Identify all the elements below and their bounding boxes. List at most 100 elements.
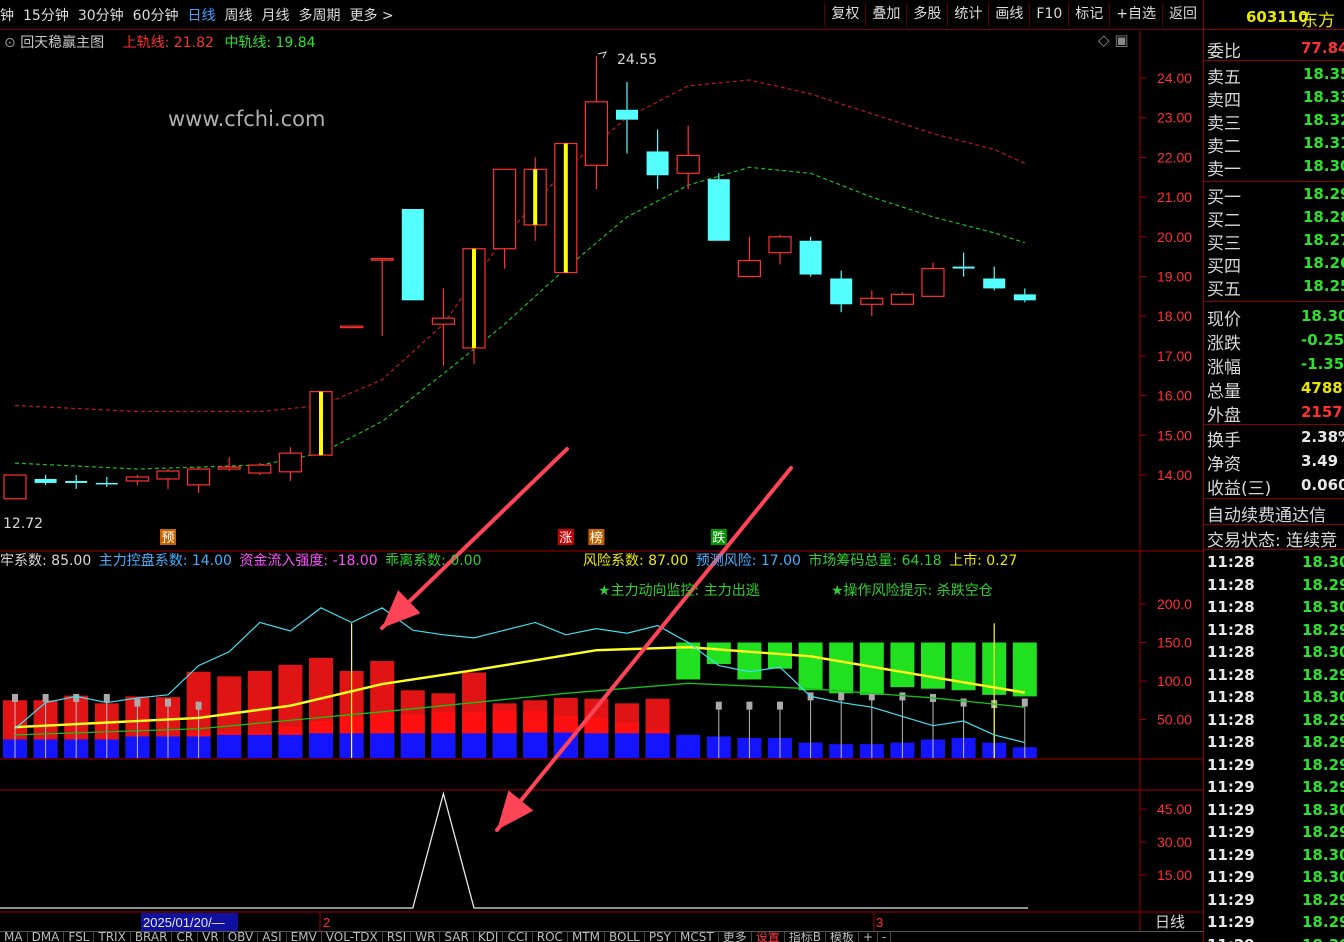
candle[interactable] xyxy=(646,129,669,190)
indicator-tab-14[interactable]: KDJ xyxy=(474,932,504,942)
candle[interactable] xyxy=(95,476,118,487)
candle[interactable] xyxy=(707,173,730,241)
indicator-tab-8[interactable]: ASI xyxy=(258,932,287,942)
diamond-icon[interactable]: ◇ xyxy=(1098,31,1110,49)
candle[interactable] xyxy=(3,474,27,500)
indicator-tab-3[interactable]: TRIX xyxy=(94,932,131,942)
period-tab-6[interactable]: 月线 xyxy=(261,5,289,25)
period-tab-1[interactable]: 15分钟 xyxy=(23,5,69,25)
tool-button-1[interactable]: 叠加 xyxy=(865,3,906,26)
candle[interactable] xyxy=(523,157,547,241)
indicator-tab-9[interactable]: EMV xyxy=(287,932,322,942)
indicator-tab-0[interactable]: MA xyxy=(0,932,28,942)
indicator-tab-19[interactable]: PSY xyxy=(645,932,677,942)
candle[interactable] xyxy=(248,463,272,475)
indicator-tab-12[interactable]: WR xyxy=(411,932,441,942)
settings-icon[interactable]: ⊙ xyxy=(4,35,20,51)
candle[interactable] xyxy=(860,290,884,317)
tool-button-4[interactable]: 画线 xyxy=(988,3,1029,26)
indicator-tab-6[interactable]: VR xyxy=(198,932,224,942)
candle[interactable] xyxy=(890,292,915,305)
indicator-tab-11[interactable]: RSI xyxy=(383,932,412,942)
candle[interactable] xyxy=(799,236,822,277)
candle[interactable] xyxy=(156,469,180,489)
period-tab-3[interactable]: 60分钟 xyxy=(133,5,179,25)
candle[interactable] xyxy=(187,467,211,493)
tool-button-8[interactable]: 返回 xyxy=(1162,3,1203,26)
green-histogram-bar xyxy=(1012,642,1037,697)
indicator-tab-10[interactable]: VOL-TDX xyxy=(322,932,383,942)
candle[interactable] xyxy=(309,391,333,456)
candle[interactable] xyxy=(462,248,486,364)
period-tab-4[interactable]: 日线 xyxy=(187,5,215,25)
indicator-tab-21[interactable]: 更多 xyxy=(719,932,752,942)
candle[interactable] xyxy=(737,236,762,278)
buy-level-price[interactable]: 18.27 xyxy=(1303,231,1344,249)
sell-level-price[interactable]: 18.30 xyxy=(1303,157,1344,175)
tool-button-5[interactable]: F10 xyxy=(1029,3,1068,26)
period-tab-8[interactable]: 更多 > xyxy=(349,5,393,25)
candle[interactable] xyxy=(431,288,455,366)
period-tab-2[interactable]: 30分钟 xyxy=(78,5,124,25)
candle[interactable] xyxy=(616,81,638,154)
window-icon[interactable]: ▣ xyxy=(1114,31,1128,49)
indicator-tab-22[interactable]: 设置 xyxy=(752,932,785,942)
candle[interactable] xyxy=(921,262,945,297)
candle[interactable] xyxy=(768,234,792,265)
indicator-tab-23[interactable]: 指标B xyxy=(785,932,826,942)
gray-stem-cap xyxy=(777,701,783,710)
candle[interactable] xyxy=(1013,288,1036,303)
candle[interactable] xyxy=(125,475,150,485)
indicator-tab-25[interactable]: + xyxy=(859,932,879,942)
buy-level-price[interactable]: 18.28 xyxy=(1303,208,1344,226)
candle[interactable] xyxy=(676,125,700,190)
candle[interactable] xyxy=(370,258,394,337)
indicator-tab-4[interactable]: BRAR xyxy=(131,932,173,942)
indicator-tab-5[interactable]: CR xyxy=(172,932,199,942)
candle[interactable] xyxy=(952,252,975,277)
indicator-tab-26[interactable]: - xyxy=(878,932,892,942)
period-tab-0[interactable]: 钟 xyxy=(0,5,14,25)
candle[interactable] xyxy=(830,270,853,313)
period-label[interactable]: 日线 xyxy=(1155,913,1185,931)
candle[interactable] xyxy=(34,475,57,485)
indicator-tab-1[interactable]: DMA xyxy=(28,932,65,942)
tool-button-3[interactable]: 统计 xyxy=(947,3,988,26)
sell-level-price[interactable]: 18.35 xyxy=(1303,65,1344,83)
tool-button-2[interactable]: 多股 xyxy=(906,3,947,26)
indicator-tab-16[interactable]: ROC xyxy=(533,932,568,942)
sell-level-price[interactable]: 18.31 xyxy=(1303,134,1344,152)
indicator-tab-13[interactable]: SAR xyxy=(440,932,474,942)
candle[interactable] xyxy=(340,325,364,329)
indicator-tab-18[interactable]: BOLL xyxy=(605,932,645,942)
candle[interactable] xyxy=(584,56,609,190)
period-tab-5[interactable]: 周线 xyxy=(224,5,252,25)
tool-button-0[interactable]: 复权 xyxy=(824,3,865,26)
indicator-tab-15[interactable]: CCI xyxy=(503,932,533,942)
tick-time: 11:28 xyxy=(1207,710,1255,729)
candle[interactable] xyxy=(401,209,424,301)
stat2-label: 收益(三) xyxy=(1207,479,1272,499)
tick-row: 11:29 18.29 xyxy=(1207,756,1344,778)
chart-area[interactable]: 24.00 23.00 22.00 21.00 20.00 19.00 18.00 17.00… xyxy=(0,31,1203,931)
indicator-tab-7[interactable]: OBV xyxy=(224,932,259,942)
indicator-tab-2[interactable]: FSL xyxy=(64,932,95,942)
main-indicator-name[interactable]: 回天稳赢主图 xyxy=(20,35,104,51)
candle[interactable] xyxy=(983,266,1006,291)
candle[interactable] xyxy=(554,142,578,274)
indicator-tab-20[interactable]: MCST xyxy=(676,932,719,942)
sell-level-price[interactable]: 18.33 xyxy=(1303,88,1344,106)
candle[interactable] xyxy=(217,457,241,472)
indicator-tab-24[interactable]: 模板 xyxy=(826,932,859,942)
period-tab-7[interactable]: 多周期 xyxy=(298,5,340,25)
candle[interactable] xyxy=(65,475,88,489)
candle[interactable] xyxy=(493,168,517,269)
candle[interactable] xyxy=(278,447,302,481)
buy-level-price[interactable]: 18.26 xyxy=(1303,254,1344,272)
buy-level-price[interactable]: 18.25 xyxy=(1303,277,1344,295)
indicator-tab-17[interactable]: MTM xyxy=(568,932,605,942)
tool-button-6[interactable]: 标记 xyxy=(1068,3,1109,26)
tool-button-7[interactable]: +自选 xyxy=(1109,3,1162,26)
buy-level-price[interactable]: 18.29 xyxy=(1303,185,1344,203)
sell-level-price[interactable]: 18.32 xyxy=(1303,111,1344,129)
